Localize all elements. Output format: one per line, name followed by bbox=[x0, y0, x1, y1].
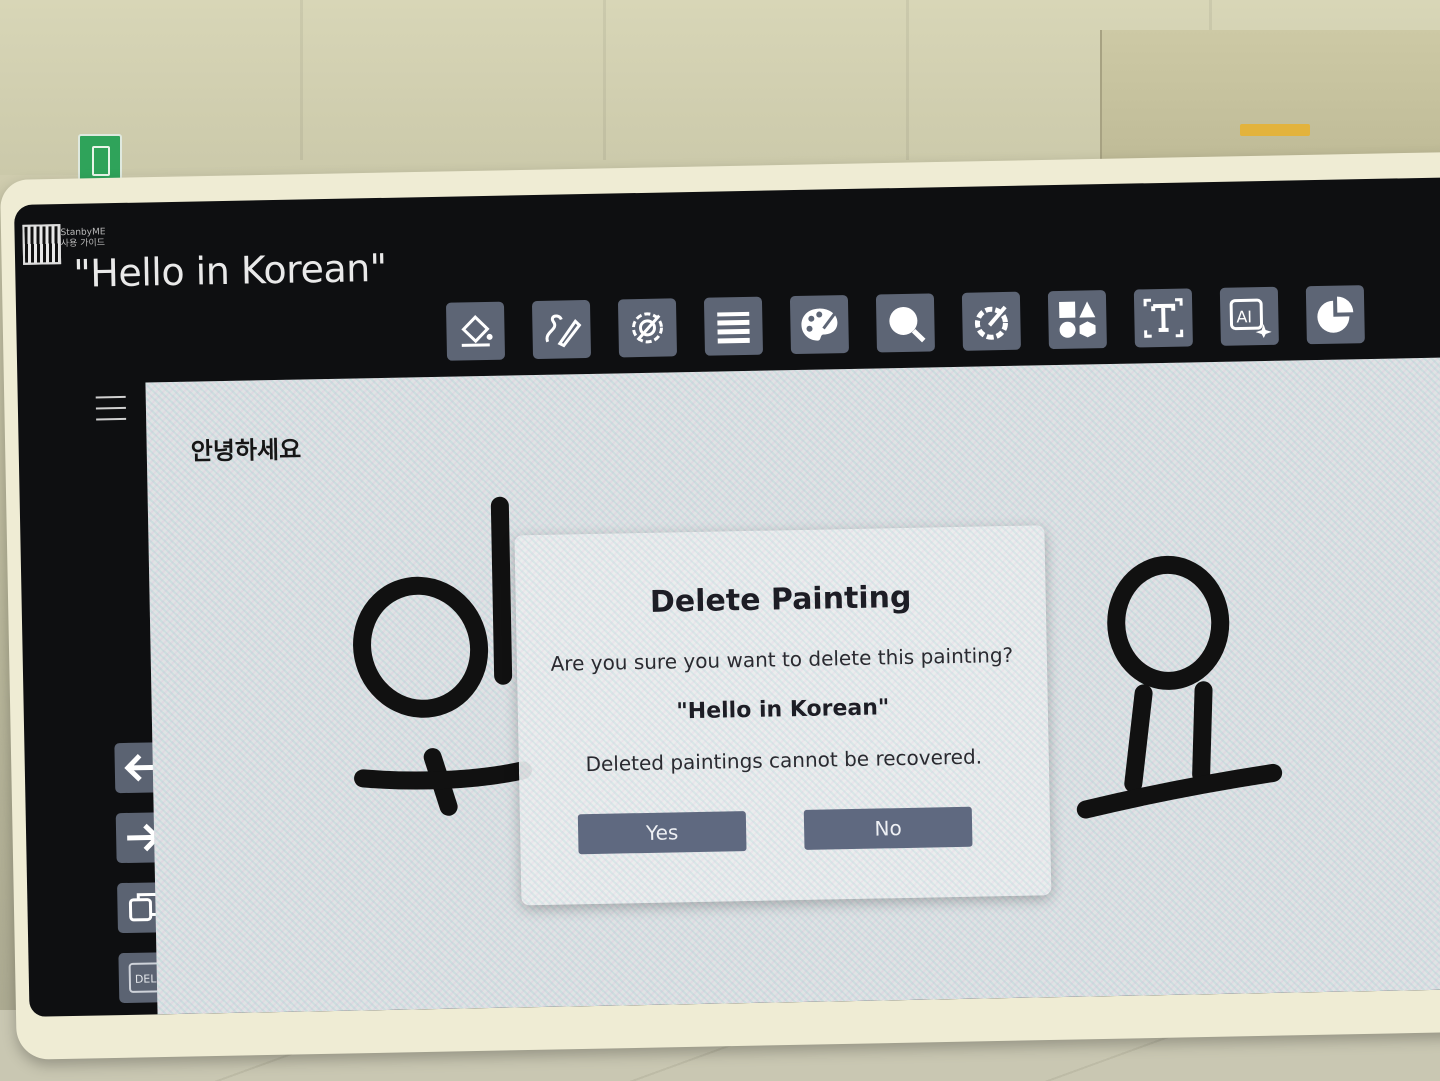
text-icon bbox=[1143, 298, 1184, 338]
dialog-message: Are you sure you want to delete this pai… bbox=[550, 642, 1014, 676]
svg-text:AI: AI bbox=[1236, 307, 1252, 326]
magnify-icon bbox=[889, 306, 926, 343]
menu-button[interactable] bbox=[95, 395, 127, 421]
brush-settings-icon bbox=[631, 312, 663, 344]
line-thickness-icon bbox=[717, 311, 750, 344]
line-thickness-button[interactable] bbox=[703, 296, 764, 356]
text-tool-button[interactable] bbox=[1133, 288, 1193, 348]
pie-tool-button[interactable] bbox=[1305, 285, 1365, 345]
dialog-title: Delete Painting bbox=[649, 579, 912, 620]
delete-painting-dialog: Delete Painting Are you sure you want to… bbox=[514, 525, 1052, 906]
palette-button[interactable] bbox=[789, 295, 849, 355]
touch-screen: StanbyME 사용 가이드 "Hello in Korean" AI DEL… bbox=[14, 177, 1440, 1017]
dialog-note: Deleted paintings cannot be recovered. bbox=[585, 744, 983, 777]
palette-icon bbox=[801, 308, 839, 341]
qr-caption-line2: 사용 가이드 bbox=[60, 238, 106, 250]
warning-label bbox=[1240, 124, 1310, 136]
hamburger-icon bbox=[95, 395, 126, 399]
no-button[interactable]: No bbox=[803, 806, 973, 850]
fill-icon bbox=[461, 315, 493, 347]
fill-tool-button[interactable] bbox=[445, 301, 506, 361]
ai-tool-button[interactable]: AI bbox=[1219, 286, 1279, 346]
color-picker-button[interactable] bbox=[961, 291, 1021, 351]
dialog-buttons: Yes No bbox=[577, 806, 973, 855]
qr-caption-line1: StanbyME bbox=[60, 227, 106, 239]
shapes-icon bbox=[1059, 301, 1096, 338]
ai-icon: AI bbox=[1229, 298, 1272, 339]
magnify-button[interactable] bbox=[875, 293, 935, 353]
yes-button[interactable]: Yes bbox=[577, 811, 747, 855]
pie-icon bbox=[1317, 296, 1354, 333]
color-picker-icon bbox=[974, 305, 1008, 340]
pen-tool-button[interactable] bbox=[531, 299, 592, 360]
toolbar: AI bbox=[445, 285, 1365, 361]
qr-code-icon[interactable] bbox=[22, 224, 62, 265]
qr-caption: StanbyME 사용 가이드 bbox=[60, 227, 105, 250]
pen-icon bbox=[545, 314, 582, 348]
painting-title: "Hello in Korean" bbox=[72, 245, 388, 296]
delete-label: DEL bbox=[135, 972, 158, 985]
dialog-painting-name: "Hello in Korean" bbox=[676, 695, 890, 725]
shapes-button[interactable] bbox=[1047, 290, 1107, 350]
brush-settings-button[interactable] bbox=[617, 298, 678, 358]
